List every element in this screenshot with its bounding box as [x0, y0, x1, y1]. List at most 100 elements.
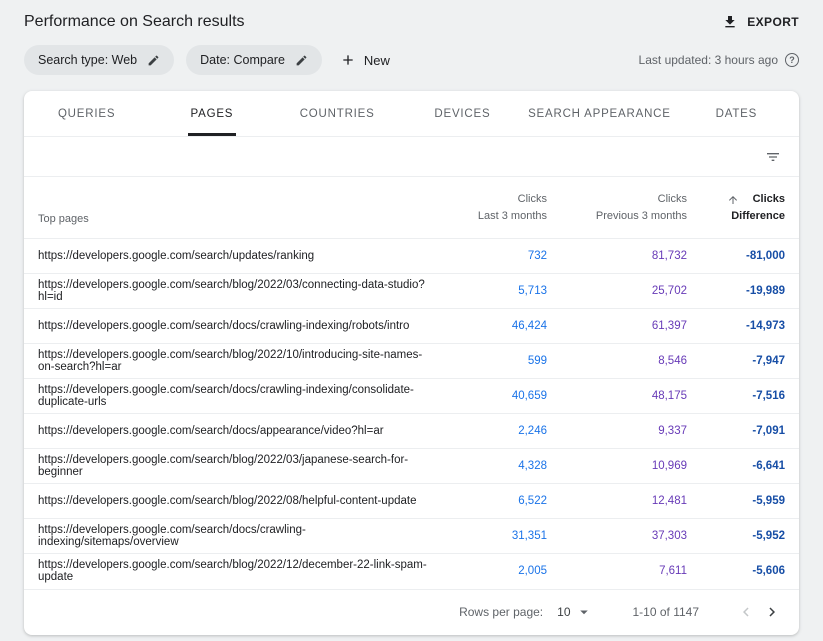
pagination-range: 1-10 of 1147 [633, 605, 700, 619]
clicks-last-value: 5,713 [427, 274, 547, 309]
table-row[interactable]: https://developers.google.com/search/blo… [24, 274, 799, 309]
table-header-row: Top pages Clicks Last 3 months Clicks Pr… [24, 177, 799, 239]
column-header-clicks-previous[interactable]: Clicks Previous 3 months [547, 177, 687, 239]
dropdown-arrow-icon [575, 603, 593, 621]
clicks-last-value: 6,522 [427, 484, 547, 519]
column-header-line1: Clicks [753, 191, 785, 208]
clicks-difference-value: -5,606 [687, 554, 799, 589]
clicks-difference-value: -5,959 [687, 484, 799, 519]
clicks-previous-value: 37,303 [547, 519, 687, 554]
last-updated-text: Last updated: 3 hours ago [639, 53, 778, 67]
page-url-cell[interactable]: https://developers.google.com/search/doc… [24, 414, 427, 449]
clicks-last-value: 599 [427, 344, 547, 379]
tab-label: PAGES [188, 91, 237, 136]
tab-label: QUERIES [55, 91, 118, 136]
column-header-line1: Clicks [547, 191, 687, 208]
next-page-button[interactable] [759, 599, 785, 625]
clicks-last-value: 4,328 [427, 449, 547, 484]
tab-countries[interactable]: COUNTRIES [275, 91, 400, 136]
new-filter-label: New [364, 53, 390, 68]
page-url-cell[interactable]: https://developers.google.com/search/doc… [24, 309, 427, 344]
tab-label: DATES [713, 91, 761, 136]
tab-label: DEVICES [431, 91, 493, 136]
table-row[interactable]: https://developers.google.com/search/doc… [24, 309, 799, 344]
table-row[interactable]: https://developers.google.com/search/blo… [24, 554, 799, 589]
tab-devices[interactable]: DEVICES [400, 91, 525, 136]
clicks-last-value: 732 [427, 239, 547, 274]
tab-pages[interactable]: PAGES [149, 91, 274, 136]
clicks-previous-value: 9,337 [547, 414, 687, 449]
clicks-previous-value: 10,969 [547, 449, 687, 484]
clicks-previous-value: 61,397 [547, 309, 687, 344]
clicks-last-value: 2,246 [427, 414, 547, 449]
filter-bar: Search type: Web Date: Compare New Last … [0, 37, 823, 89]
clicks-last-value: 2,005 [427, 554, 547, 589]
page-url-cell[interactable]: https://developers.google.com/search/blo… [24, 344, 427, 379]
table-row[interactable]: https://developers.google.com/search/doc… [24, 414, 799, 449]
column-header-line1: Clicks [427, 191, 547, 208]
table-row[interactable]: https://developers.google.com/search/upd… [24, 239, 799, 274]
rows-per-page-label: Rows per page: [459, 605, 543, 619]
column-header-clicks-last[interactable]: Clicks Last 3 months [427, 177, 547, 239]
clicks-difference-value: -14,973 [687, 309, 799, 344]
clicks-difference-value: -6,641 [687, 449, 799, 484]
pagination-bar: Rows per page: 10 1-10 of 1147 [24, 589, 799, 635]
clicks-difference-value: -19,989 [687, 274, 799, 309]
top-pages-table: Top pages Clicks Last 3 months Clicks Pr… [24, 177, 799, 589]
tab-queries[interactable]: QUERIES [24, 91, 149, 136]
page-url-cell[interactable]: https://developers.google.com/search/doc… [24, 519, 427, 554]
clicks-last-value: 46,424 [427, 309, 547, 344]
clicks-last-value: 31,351 [427, 519, 547, 554]
page-title: Performance on Search results [24, 13, 245, 31]
clicks-previous-value: 12,481 [547, 484, 687, 519]
tab-search-appearance[interactable]: SEARCH APPEARANCE [525, 91, 674, 136]
clicks-previous-value: 8,546 [547, 344, 687, 379]
column-header-clicks-difference[interactable]: Clicks Difference [687, 177, 799, 239]
tab-label: SEARCH APPEARANCE [525, 91, 674, 136]
table-row[interactable]: https://developers.google.com/search/blo… [24, 484, 799, 519]
clicks-difference-value: -81,000 [687, 239, 799, 274]
clicks-last-value: 40,659 [427, 379, 547, 414]
clicks-previous-value: 25,702 [547, 274, 687, 309]
tab-dates[interactable]: DATES [674, 91, 799, 136]
page-url-cell[interactable]: https://developers.google.com/search/blo… [24, 449, 427, 484]
filter-chip-group: Search type: Web Date: Compare New [24, 45, 390, 75]
column-header-line2: Last 3 months [427, 208, 547, 225]
column-header-line2: Difference [687, 208, 785, 225]
clicks-difference-value: -7,091 [687, 414, 799, 449]
export-label: EXPORT [747, 15, 799, 29]
edit-pencil-icon [147, 54, 160, 67]
plus-icon [340, 52, 356, 68]
filter-chip-date-label: Date: Compare [200, 53, 285, 67]
page-url-cell[interactable]: https://developers.google.com/search/blo… [24, 484, 427, 519]
sort-ascending-icon[interactable] [727, 194, 739, 206]
page-url-cell[interactable]: https://developers.google.com/search/blo… [24, 274, 427, 309]
results-card: QUERIES PAGES COUNTRIES DEVICES SEARCH APPEA… [24, 91, 799, 635]
tab-label: COUNTRIES [297, 91, 378, 136]
rows-per-page-select[interactable]: 10 [557, 603, 592, 621]
previous-page-button[interactable] [733, 599, 759, 625]
filter-chip-date[interactable]: Date: Compare [186, 45, 322, 75]
last-updated: Last updated: 3 hours ago ? [639, 53, 799, 67]
clicks-difference-value: -5,952 [687, 519, 799, 554]
clicks-previous-value: 7,611 [547, 554, 687, 589]
clicks-difference-value: -7,947 [687, 344, 799, 379]
export-button[interactable]: EXPORT [722, 14, 799, 30]
help-icon[interactable]: ? [785, 53, 799, 67]
column-header-top-pages: Top pages [24, 177, 427, 239]
table-row[interactable]: https://developers.google.com/search/blo… [24, 449, 799, 484]
table-row[interactable]: https://developers.google.com/search/doc… [24, 519, 799, 554]
filter-chip-search-type[interactable]: Search type: Web [24, 45, 174, 75]
edit-pencil-icon [295, 54, 308, 67]
page-url-cell[interactable]: https://developers.google.com/search/doc… [24, 379, 427, 414]
new-filter-button[interactable]: New [340, 52, 390, 68]
filter-list-icon[interactable] [765, 149, 781, 165]
clicks-previous-value: 48,175 [547, 379, 687, 414]
dimension-tabs: QUERIES PAGES COUNTRIES DEVICES SEARCH APPEA… [24, 91, 799, 137]
filter-chip-search-type-label: Search type: Web [38, 53, 137, 67]
page-url-cell[interactable]: https://developers.google.com/search/blo… [24, 554, 427, 589]
table-row[interactable]: https://developers.google.com/search/doc… [24, 379, 799, 414]
table-row[interactable]: https://developers.google.com/search/blo… [24, 344, 799, 379]
page-url-cell[interactable]: https://developers.google.com/search/upd… [24, 239, 427, 274]
clicks-difference-value: -7,516 [687, 379, 799, 414]
